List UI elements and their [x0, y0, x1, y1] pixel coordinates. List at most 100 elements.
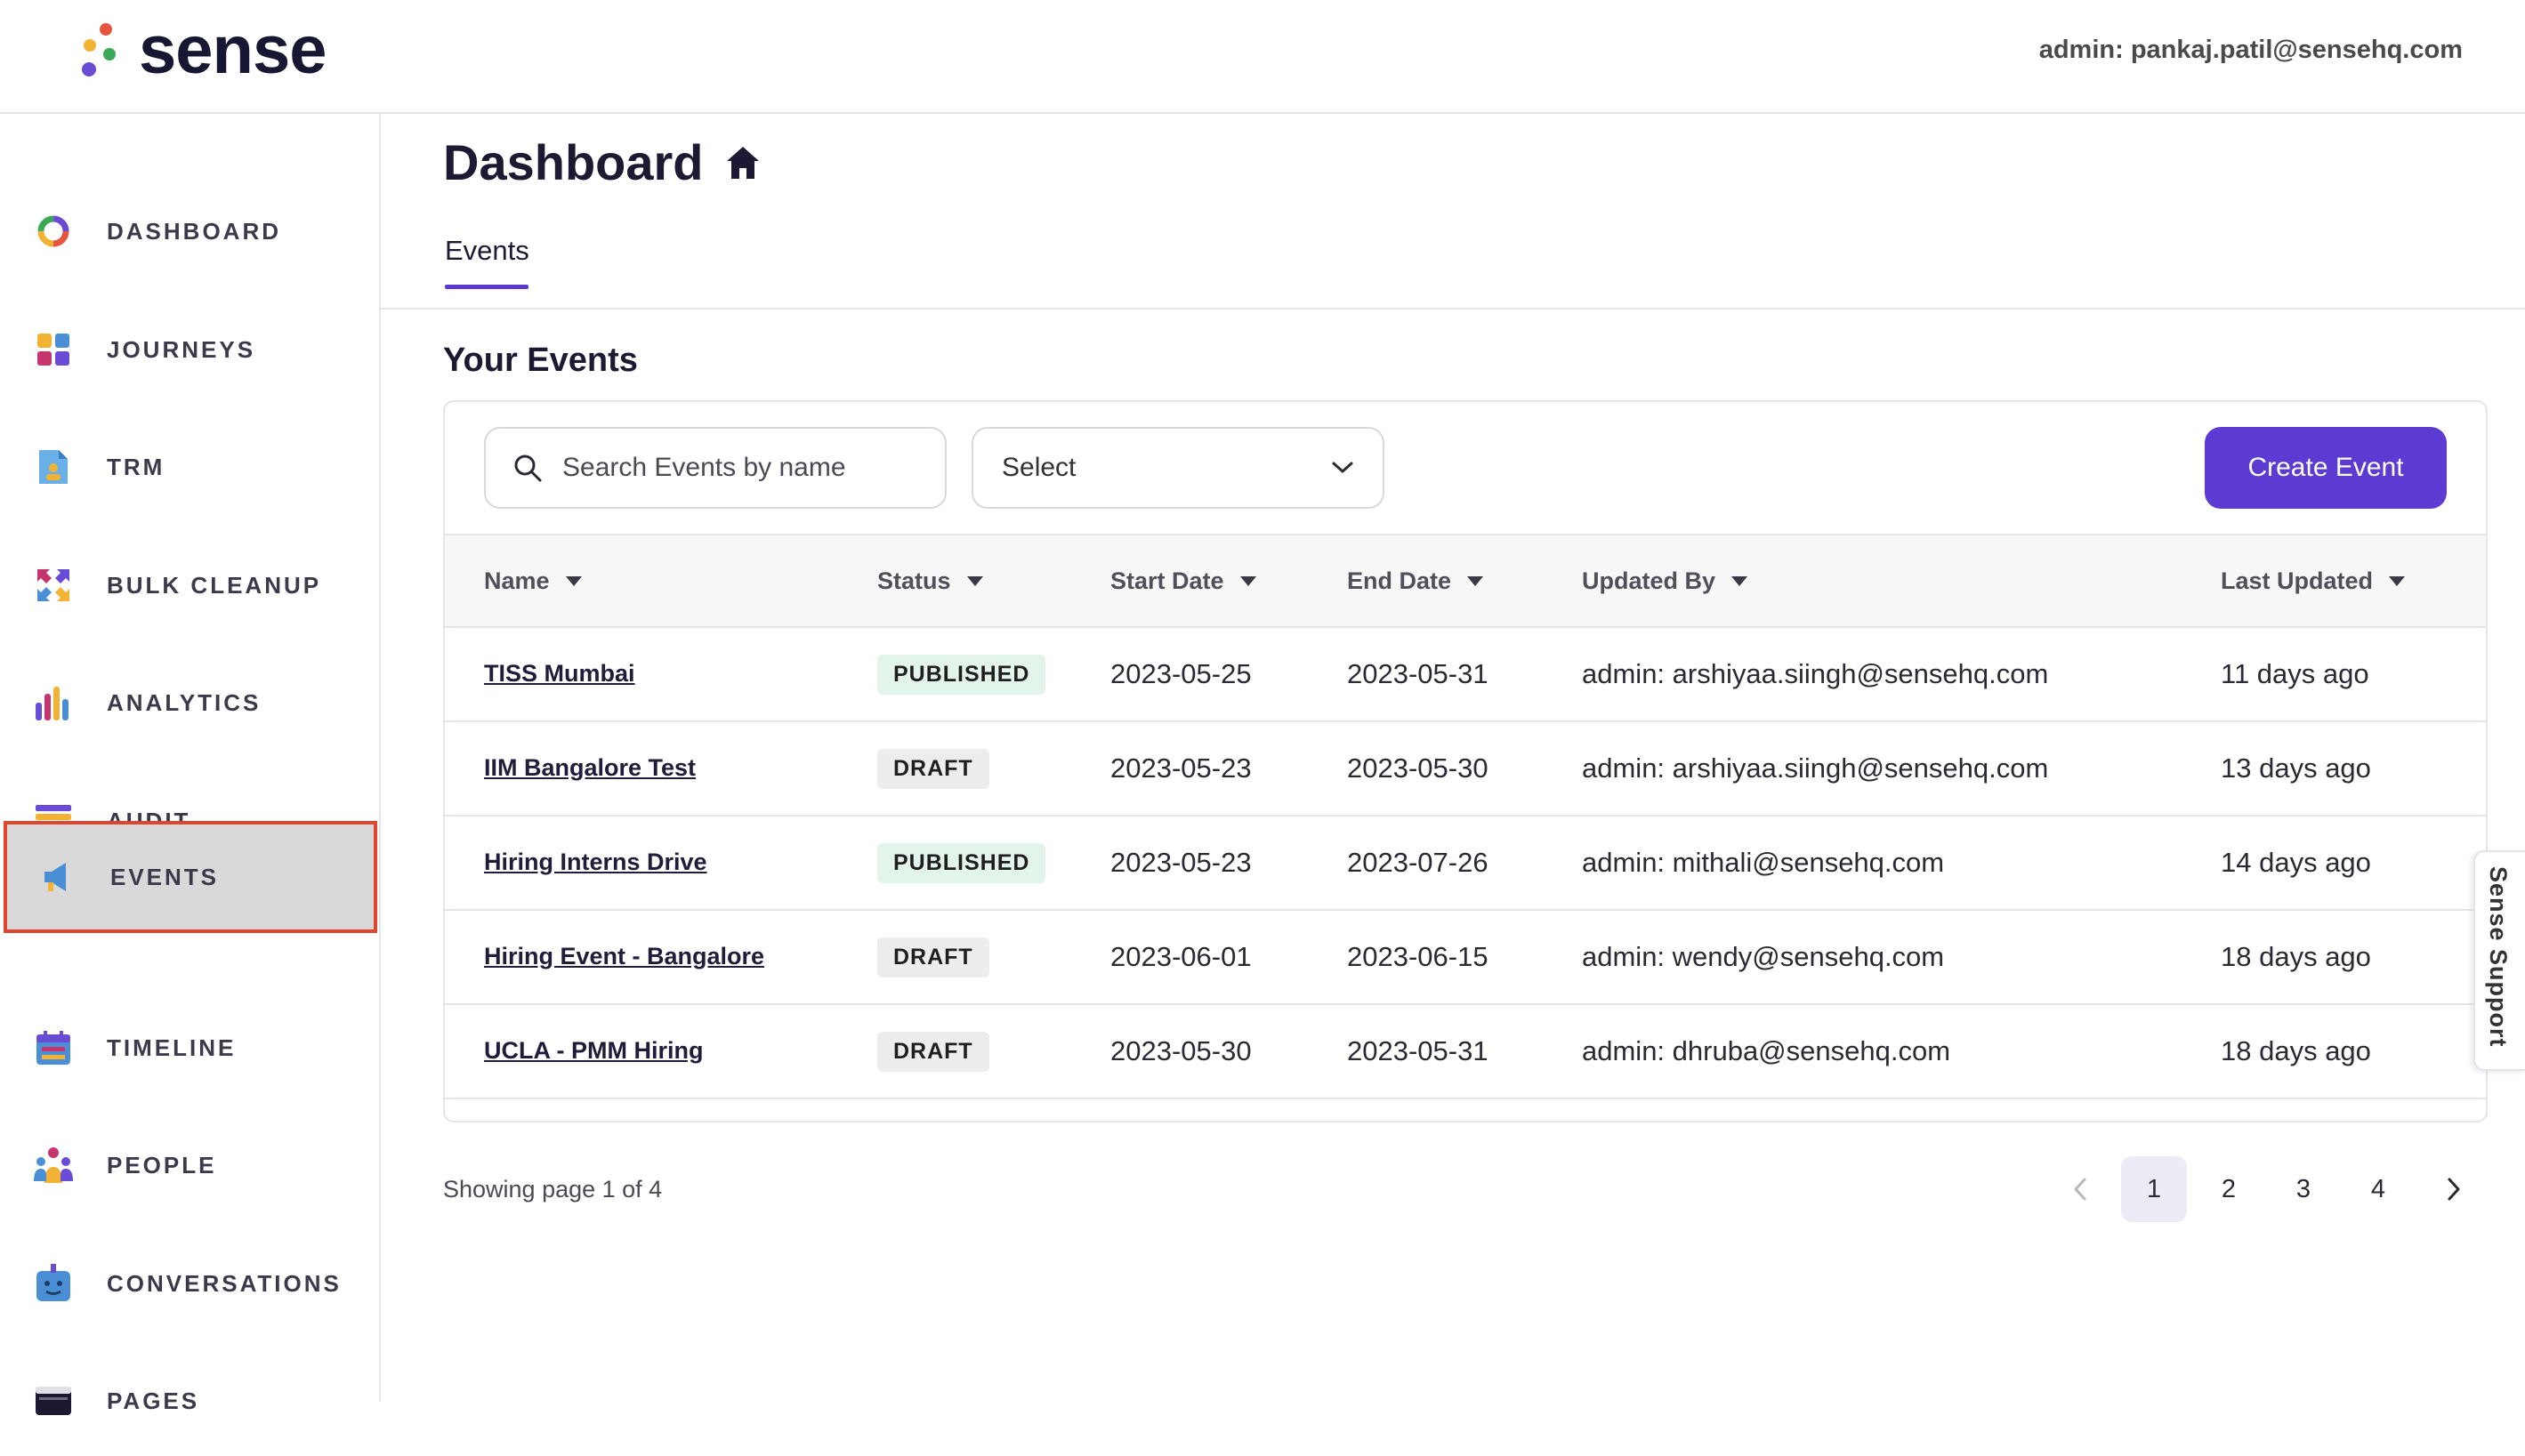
event-name-link[interactable]: UCLA - PMM Hiring — [484, 1037, 703, 1065]
page-button-1[interactable]: 1 — [2121, 1156, 2187, 1222]
end-date: 2023-06-15 — [1347, 941, 1488, 972]
search-input[interactable] — [561, 452, 920, 484]
sidebar-item-label: TIMELINE — [107, 1034, 237, 1061]
sidebar-item-label: ANALYTICS — [107, 688, 262, 716]
people-icon — [34, 1146, 73, 1185]
table-row[interactable]: UCLA - PMM Hiring DRAFT 2023-05-30 2023-… — [445, 1005, 2486, 1099]
dashboard-ring-icon — [34, 212, 73, 251]
table-row[interactable]: TISS Mumbai PUBLISHED 2023-05-25 2023-05… — [445, 628, 2486, 722]
column-header-label: Updated By — [1582, 567, 1716, 594]
sidebar-item-people[interactable]: PEOPLE — [4, 1110, 377, 1220]
page-button-3[interactable]: 3 — [2271, 1156, 2336, 1222]
tab-events[interactable]: Events — [445, 235, 529, 267]
calendar-icon — [34, 1028, 73, 1067]
page-button-4[interactable]: 4 — [2345, 1156, 2411, 1222]
start-date: 2023-05-30 — [1110, 1035, 1252, 1066]
column-header-label: Last Updated — [2221, 567, 2374, 594]
sidebar-item-label: TRM — [107, 453, 165, 480]
updated-by: admin: dhruba@sensehq.com — [1582, 1035, 1951, 1066]
sidebar: DASHBOARD JOURNEYS TRM BULK CLEANUP ANAL… — [0, 114, 381, 1415]
start-date: 2023-05-23 — [1110, 752, 1252, 784]
sort-caret-icon — [1467, 576, 1484, 586]
sidebar-item-timeline[interactable]: TIMELINE — [4, 993, 377, 1103]
updated-by: admin: arshiyaa.siingh@sensehq.com — [1582, 658, 2049, 689]
status-badge: PUBLISHED — [877, 655, 1046, 695]
sort-caret-icon — [565, 576, 582, 586]
search-icon — [514, 454, 542, 482]
current-admin-label[interactable]: admin: pankaj.patil@sensehq.com — [2039, 36, 2463, 65]
updated-by: admin: wendy@sensehq.com — [1582, 941, 1945, 972]
home-icon — [726, 146, 759, 179]
column-header-end-date[interactable]: End Date — [1347, 567, 1484, 595]
column-header-status[interactable]: Status — [877, 567, 983, 595]
end-date: 2023-05-30 — [1347, 752, 1488, 784]
start-date: 2023-05-25 — [1110, 658, 1252, 689]
updated-by: admin: mithali@sensehq.com — [1582, 847, 1945, 878]
megaphone-icon — [37, 857, 77, 897]
end-date: 2023-07-26 — [1347, 847, 1488, 878]
event-name-link[interactable]: TISS Mumbai — [484, 660, 635, 688]
status-badge: PUBLISHED — [877, 843, 1046, 883]
updated-by: admin: arshiyaa.siingh@sensehq.com — [1582, 752, 2049, 784]
chevron-down-icon — [1332, 462, 1353, 473]
sidebar-item-analytics[interactable]: ANALYTICS — [4, 648, 377, 758]
event-name-link[interactable]: Hiring Event - Bangalore — [484, 943, 764, 970]
bulk-cleanup-arrows-icon — [34, 566, 73, 605]
sense-logo[interactable]: sense — [78, 12, 327, 88]
last-updated: 13 days ago — [2221, 752, 2371, 784]
app-root: sense admin: pankaj.patil@sensehq.com DA… — [0, 0, 2525, 1415]
table-row[interactable]: IIM Bangalore Test DRAFT 2023-05-23 2023… — [445, 722, 2486, 816]
sort-caret-icon — [2389, 576, 2406, 586]
status-badge: DRAFT — [877, 1032, 989, 1072]
next-page-button[interactable] — [2434, 1156, 2473, 1222]
sense-support-label: Sense Support — [2485, 866, 2512, 1048]
table-row[interactable]: Hiring Interns Drive PUBLISHED 2023-05-2… — [445, 816, 2486, 911]
create-event-button[interactable]: Create Event — [2205, 427, 2447, 509]
sidebar-item-events[interactable]: EVENTS — [4, 821, 377, 933]
search-box[interactable] — [484, 427, 947, 509]
status-select-dropdown[interactable]: Select — [972, 427, 1384, 509]
sidebar-item-label: PAGES — [107, 1387, 200, 1414]
trm-document-icon — [34, 447, 73, 487]
column-header-start-date[interactable]: Start Date — [1110, 567, 1256, 595]
sidebar-item-conversations[interactable]: CONVERSATIONS — [4, 1228, 377, 1339]
section-title: Your Events — [443, 342, 638, 379]
page-title-text: Dashboard — [443, 134, 704, 190]
last-updated: 18 days ago — [2221, 1035, 2371, 1066]
page-title: Dashboard — [443, 133, 762, 191]
tab-divider — [381, 308, 2525, 310]
end-date: 2023-05-31 — [1347, 658, 1488, 689]
sidebar-item-trm[interactable]: TRM — [4, 412, 377, 522]
column-header-label: Start Date — [1110, 567, 1224, 594]
sidebar-item-journeys[interactable]: JOURNEYS — [4, 294, 377, 405]
sidebar-item-dashboard[interactable]: DASHBOARD — [4, 176, 377, 286]
column-header-name[interactable]: Name — [484, 567, 582, 595]
sort-caret-icon — [966, 576, 983, 586]
sidebar-item-label: DASHBOARD — [107, 217, 281, 245]
sidebar-item-label: JOURNEYS — [107, 335, 256, 363]
column-header-last-updated[interactable]: Last Updated — [2221, 567, 2406, 595]
select-value: Select — [1002, 453, 1077, 482]
previous-page-button[interactable] — [2061, 1156, 2100, 1222]
start-date: 2023-05-23 — [1110, 847, 1252, 878]
chatbot-icon — [34, 1264, 73, 1303]
top-bar: sense admin: pankaj.patil@sensehq.com — [0, 0, 2525, 114]
table-header: Name Status Start Date End Date Updated … — [445, 534, 2486, 628]
sort-caret-icon — [1731, 576, 1748, 586]
sidebar-item-pages[interactable]: PAGES — [4, 1346, 377, 1456]
sort-caret-icon — [1239, 576, 1256, 586]
pagination-status: Showing page 1 of 4 — [443, 1176, 663, 1203]
browser-page-icon — [34, 1381, 73, 1420]
analytics-bars-icon — [34, 683, 73, 722]
brand-name: sense — [139, 12, 327, 88]
chevron-right-icon — [2448, 1178, 2460, 1201]
column-header-updated-by[interactable]: Updated By — [1582, 567, 1748, 595]
event-name-link[interactable]: Hiring Interns Drive — [484, 849, 707, 876]
column-header-label: End Date — [1347, 567, 1452, 594]
logo-dots-icon — [78, 20, 123, 82]
table-row[interactable]: Hiring Event - Bangalore DRAFT 2023-06-0… — [445, 911, 2486, 1005]
page-button-2[interactable]: 2 — [2196, 1156, 2262, 1222]
event-name-link[interactable]: IIM Bangalore Test — [484, 754, 696, 782]
sidebar-item-bulk-cleanup[interactable]: BULK CLEANUP — [4, 530, 377, 640]
sense-support-tab[interactable]: Sense Support — [2473, 850, 2525, 1071]
